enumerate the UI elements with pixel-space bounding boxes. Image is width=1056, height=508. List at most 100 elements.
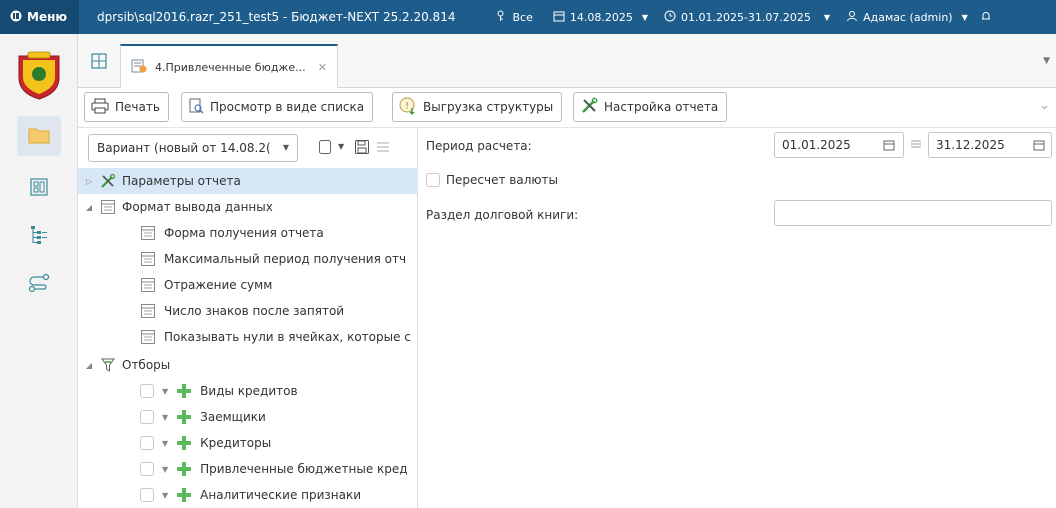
table-icon xyxy=(140,303,156,319)
route-icon xyxy=(28,273,50,296)
save-icon[interactable] xyxy=(354,139,370,158)
checkbox[interactable] xyxy=(140,436,154,450)
tree-item-report-params[interactable]: ▷ Параметры отчета xyxy=(78,168,418,194)
period-from-input[interactable]: 01.01.2025 xyxy=(774,132,904,158)
export-structure-button[interactable]: ! Выгрузка структуры xyxy=(392,92,563,122)
rail-route-button[interactable] xyxy=(17,264,61,304)
period-from-value: 01.01.2025 xyxy=(782,138,851,152)
list-view-label: Просмотр в виде списка xyxy=(210,100,365,114)
tree-item-label: Форма получения отчета xyxy=(164,226,324,240)
report-settings-button[interactable]: Настройка отчета xyxy=(573,92,728,122)
navigation-rail xyxy=(0,34,78,508)
tab-strip: 4.Привлеченные бюдже... ✕ ▼ xyxy=(78,34,1056,89)
table-icon xyxy=(140,251,156,267)
key-icon xyxy=(497,10,507,25)
filter-label: Все xyxy=(512,10,533,24)
rail-folder-button[interactable] xyxy=(17,116,61,156)
currency-recalc-label: Пересчет валюты xyxy=(446,173,558,187)
tree-item-label: Параметры отчета xyxy=(122,174,241,188)
tree-item-label: Заемщики xyxy=(200,410,266,424)
new-variant-icon[interactable] xyxy=(318,139,332,158)
export-structure-label: Выгрузка структуры xyxy=(423,100,554,114)
export-icon: ! xyxy=(399,97,417,118)
date-selector[interactable]: 14.08.2025 ▼ xyxy=(553,10,648,25)
tree-item-report-form[interactable]: Форма получения отчета xyxy=(78,220,418,246)
tree-item-credit-types[interactable]: ▼ Виды кредитов xyxy=(78,378,418,404)
table-icon xyxy=(140,329,156,345)
calendar-icon[interactable] xyxy=(1033,139,1045,154)
period-to-input[interactable]: 31.12.2025 xyxy=(928,132,1052,158)
range-separator-icon xyxy=(910,138,922,153)
checkbox[interactable] xyxy=(140,410,154,424)
chevron-down-icon[interactable]: ▼ xyxy=(1043,56,1050,66)
variant-value: Вариант (новый от 14.08.2( xyxy=(97,141,271,155)
tree-item-analytic-attributes[interactable]: ▼ Аналитические признаки xyxy=(78,482,418,508)
tree-item-show-zeros[interactable]: Показывать нули в ячейках, которые с xyxy=(78,324,418,350)
checkbox[interactable] xyxy=(140,462,154,476)
period-selector[interactable]: 01.01.2025-31.07.2025 ▼ xyxy=(664,10,830,25)
print-button[interactable]: Печать xyxy=(84,92,169,122)
clock-icon xyxy=(664,10,676,25)
chevron-down-icon[interactable]: ▼ xyxy=(162,387,168,396)
tree-item-amount-display[interactable]: Отражение сумм xyxy=(78,272,418,298)
chevron-down-icon[interactable]: ⌄ xyxy=(1039,98,1050,113)
variant-select[interactable]: Вариант (новый от 14.08.2( ▼ xyxy=(88,134,298,162)
debt-book-section-input[interactable] xyxy=(774,200,1052,226)
coat-of-arms-logo xyxy=(16,50,62,100)
rail-dashboard-button[interactable] xyxy=(17,168,61,208)
tools-icon xyxy=(580,97,598,118)
tree-item-borrowers[interactable]: ▼ Заемщики xyxy=(78,404,418,430)
filter-selector[interactable]: Все xyxy=(497,10,533,25)
rail-hierarchy-button[interactable] xyxy=(17,216,61,256)
dashboard-icon xyxy=(30,177,48,199)
calendar-icon xyxy=(553,10,565,25)
add-plus-icon xyxy=(176,487,192,503)
date-label: 14.08.2025 xyxy=(569,10,633,24)
add-plus-icon xyxy=(176,383,192,399)
chevron-down-icon[interactable]: ▼ xyxy=(338,142,344,151)
user-label: Адамас (admin) xyxy=(863,10,953,24)
tab-grid-icon[interactable] xyxy=(90,52,108,70)
list-settings-icon[interactable] xyxy=(376,139,390,158)
menu-icon xyxy=(10,10,22,25)
bell-icon[interactable] xyxy=(980,10,992,25)
tree-item-output-format[interactable]: ◢ Формат вывода данных xyxy=(78,194,418,220)
tree-item-attracted-budget-credits[interactable]: ▼ Привлеченные бюджетные кред xyxy=(78,456,418,482)
chevron-down-icon[interactable]: ▼ xyxy=(162,465,168,474)
chevron-down-icon[interactable]: ▼ xyxy=(162,413,168,422)
tree-item-max-period[interactable]: Максимальный период получения отч xyxy=(78,246,418,272)
tree-item-decimal-places[interactable]: Число знаков после запятой xyxy=(78,298,418,324)
expand-arrow-icon[interactable]: ▷ xyxy=(84,177,94,186)
chevron-down-icon[interactable]: ▼ xyxy=(162,491,168,500)
debt-book-section-label: Раздел долговой книги: xyxy=(426,208,579,222)
collapse-arrow-icon[interactable]: ◢ xyxy=(84,361,94,370)
checkbox[interactable] xyxy=(140,384,154,398)
app-title: dprsib\sql2016.razr_251_test5 - Бюджет-N… xyxy=(97,10,456,24)
list-view-button[interactable]: Просмотр в виде списка xyxy=(181,92,374,122)
tree-item-label: Привлеченные бюджетные кред xyxy=(200,462,408,476)
currency-recalc-checkbox[interactable] xyxy=(426,173,440,187)
tree-item-filters[interactable]: ◢ Отборы xyxy=(78,352,418,378)
top-bar: Меню dprsib\sql2016.razr_251_test5 - Бюд… xyxy=(0,0,1056,34)
close-icon[interactable]: ✕ xyxy=(318,61,327,74)
folder-icon xyxy=(28,126,50,147)
user-selector[interactable]: Адамас (admin) ▼ xyxy=(846,10,968,25)
tree-item-creditors[interactable]: ▼ Кредиторы xyxy=(78,430,418,456)
document-search-icon xyxy=(188,98,204,117)
chevron-down-icon: ▼ xyxy=(961,12,968,22)
printer-icon xyxy=(91,98,109,117)
filter-funnel-icon xyxy=(100,357,116,373)
hierarchy-icon xyxy=(30,225,48,248)
settings-tree-panel: Вариант (новый от 14.08.2( ▼ ▼ ▷ Парамет… xyxy=(78,128,418,508)
menu-label: Меню xyxy=(27,10,68,24)
collapse-arrow-icon[interactable]: ◢ xyxy=(84,203,94,212)
report-icon xyxy=(131,58,147,77)
checkbox[interactable] xyxy=(140,488,154,502)
menu-button[interactable]: Меню xyxy=(0,0,80,34)
tab-report[interactable]: 4.Привлеченные бюдже... ✕ xyxy=(120,44,338,89)
chevron-down-icon[interactable]: ▼ xyxy=(162,439,168,448)
tree-item-label: Отборы xyxy=(122,358,171,372)
tree-item-label: Показывать нули в ячейках, которые с xyxy=(164,330,411,344)
calendar-icon[interactable] xyxy=(883,139,895,154)
tab-title: 4.Привлеченные бюдже... xyxy=(155,61,306,74)
